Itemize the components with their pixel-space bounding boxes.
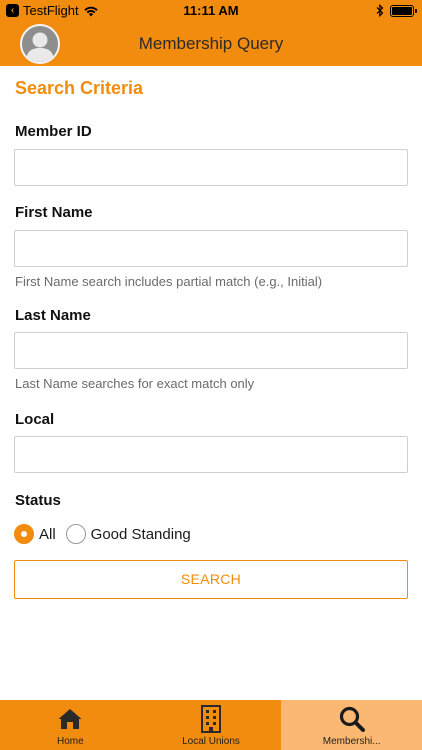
status-radio-group: All Good Standing	[14, 524, 201, 544]
section-title: Search Criteria	[15, 78, 144, 98]
avatar[interactable]	[20, 24, 60, 64]
radio-checked-icon[interactable]	[14, 524, 34, 544]
last-name-input[interactable]	[14, 332, 408, 369]
tab-local-unions[interactable]: Local Unions	[141, 700, 282, 750]
status-bar: ‹ TestFlight 11:11 AM	[0, 0, 422, 22]
battery-icon	[390, 4, 417, 17]
building-icon	[201, 705, 221, 733]
first-name-input[interactable]	[14, 230, 408, 267]
page-title: Membership Query	[138, 34, 284, 53]
first-name-label: First Name	[15, 204, 93, 221]
home-icon	[58, 709, 82, 729]
bluetooth-icon	[376, 4, 384, 17]
local-input[interactable]	[14, 436, 408, 473]
member-id-input[interactable]	[14, 149, 408, 186]
status-option-good-standing[interactable]: Good Standing	[65, 524, 191, 544]
status-right	[376, 4, 417, 17]
nav-bar: Membership Query	[0, 22, 422, 66]
tab-label: Membershi...	[322, 736, 381, 747]
local-label: Local	[15, 411, 55, 428]
search-button[interactable]: SEARCH	[14, 560, 408, 599]
status-option-label: All	[39, 525, 56, 543]
status-label: Status	[15, 492, 61, 509]
last-name-label: Last Name	[15, 307, 91, 324]
user-avatar-icon	[26, 32, 54, 62]
tab-label: Local Unions	[182, 736, 240, 747]
tab-bar: Home Local Unions Membershi...	[0, 700, 422, 750]
last-name-hint: Last Name searches for exact match only	[15, 376, 255, 391]
radio-unchecked-icon[interactable]	[65, 524, 86, 544]
status-option-all[interactable]: All	[14, 524, 56, 544]
tab-label: Home	[56, 736, 84, 747]
status-option-label: Good Standing	[90, 525, 191, 543]
search-icon	[339, 706, 365, 732]
tab-membership[interactable]: Membershi...	[281, 700, 422, 750]
first-name-hint: First Name search includes partial match…	[15, 274, 323, 289]
status-time: 11:11 AM	[183, 3, 239, 18]
tab-home[interactable]: Home	[0, 700, 141, 750]
member-id-label: Member ID	[15, 123, 92, 140]
